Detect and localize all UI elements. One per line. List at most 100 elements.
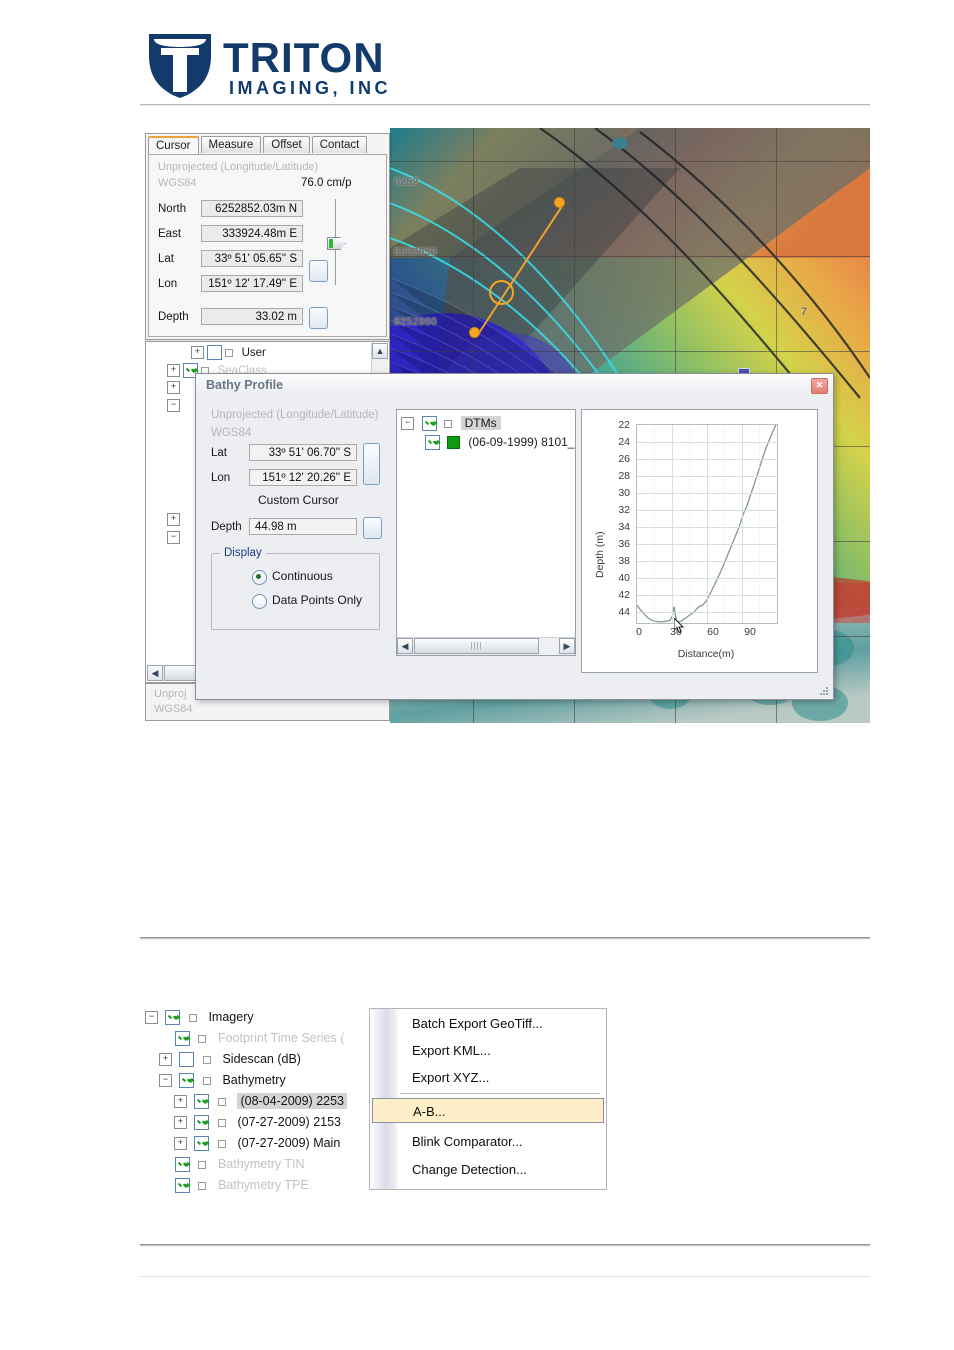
checkbox[interactable] (207, 345, 223, 360)
checkbox[interactable] (165, 1010, 181, 1026)
expand-icon[interactable]: + (167, 381, 180, 394)
bathy-profile-dialog[interactable]: Bathy Profile ✕ Unprojected (Longitude/L… (195, 373, 834, 700)
expand-icon[interactable]: + (167, 513, 180, 526)
dtm-child-row[interactable]: (06-09-1999) 8101_ (401, 435, 575, 454)
scroll-left-icon[interactable]: ◀ (147, 665, 163, 681)
latlon-copy-button[interactable] (309, 260, 328, 282)
menu-item-batch-export-geotiff[interactable]: Batch Export GeoTiff... (400, 1011, 602, 1036)
color-swatch[interactable] (202, 1076, 211, 1085)
depth-copy-button[interactable] (309, 307, 328, 329)
tree-item-bathymetry-tin[interactable]: Bathymetry TIN (143, 1157, 373, 1178)
collapse-icon[interactable]: − (167, 399, 180, 412)
checkbox[interactable] (179, 1052, 195, 1068)
dtm-color-swatch[interactable] (447, 436, 461, 450)
color-swatch[interactable] (444, 419, 453, 428)
checkbox[interactable] (175, 1031, 190, 1047)
scroll-up-icon[interactable]: ▲ (372, 343, 388, 359)
tree-item-label: User (241, 346, 266, 359)
custom-cursor-label: Custom Cursor (258, 493, 339, 507)
color-swatch[interactable] (217, 1118, 226, 1127)
checkbox[interactable] (194, 1094, 210, 1110)
menu-item-blink-comparator[interactable]: Blink Comparator... (400, 1129, 602, 1154)
collapse-icon[interactable]: − (159, 1074, 172, 1088)
map-gridline (390, 256, 870, 257)
tree-item-sidescan[interactable]: + Sidescan (dB) (143, 1052, 373, 1073)
scroll-thumb[interactable]: |||| (414, 638, 539, 654)
profile-endpoint-b[interactable] (469, 327, 480, 338)
color-swatch[interactable] (188, 1013, 197, 1022)
close-icon[interactable]: ✕ (811, 378, 828, 394)
radio-data-points-only[interactable] (252, 594, 267, 609)
tree-item-dtm-2153[interactable]: + (07-27-2009) 2153 (143, 1115, 373, 1136)
tab-cursor[interactable]: Cursor (148, 136, 199, 154)
expand-icon[interactable]: + (174, 1116, 187, 1130)
menu-item-export-xyz[interactable]: Export XYZ... (400, 1065, 602, 1090)
mouse-cursor-icon (674, 618, 685, 634)
profile-cursor-marker[interactable] (489, 280, 514, 305)
bathy-depth-value: 44.98 m (249, 518, 357, 535)
tree-item-dtm-main[interactable]: + (07-27-2009) Main (143, 1136, 373, 1157)
profile-endpoint-a[interactable] (554, 197, 565, 208)
expand-icon[interactable]: + (174, 1137, 187, 1151)
checkbox[interactable] (175, 1157, 190, 1173)
tab-measure[interactable]: Measure (200, 136, 262, 153)
dtm-layer-list[interactable]: − DTMs (06-09-1999) 8101_ ◀ |||| ▶ (396, 409, 576, 656)
layer-context-menu[interactable]: Batch Export GeoTiff... Export KML... Ex… (369, 1008, 607, 1190)
bathy-lat-label: Lat (211, 447, 227, 459)
checkbox[interactable] (194, 1115, 210, 1131)
collapse-icon[interactable]: − (145, 1011, 158, 1025)
menu-item-export-kml[interactable]: Export KML... (400, 1038, 602, 1063)
tree-item-user[interactable]: + User (147, 343, 388, 363)
bathy-lon-label: Lon (211, 472, 231, 484)
color-swatch[interactable] (198, 1160, 207, 1169)
tab-offset[interactable]: Offset (263, 136, 310, 153)
svg-text:IMAGING, INC: IMAGING, INC (229, 78, 391, 98)
color-swatch[interactable] (198, 1034, 207, 1043)
radio-continuous-label: Continuous (272, 569, 333, 583)
bathy-profile-titlebar[interactable]: Bathy Profile (196, 374, 833, 396)
cursor-tool-window[interactable]: Cursor Measure Offset Contact Unprojecte… (145, 133, 390, 340)
checkbox[interactable] (422, 416, 438, 432)
expand-icon[interactable]: + (174, 1095, 187, 1109)
color-swatch[interactable] (217, 1139, 226, 1148)
dtm-root-row[interactable]: − DTMs (401, 414, 575, 435)
cursor-tabstrip[interactable]: Cursor Measure Offset Contact (148, 136, 368, 154)
scale-slider-thumb[interactable] (327, 237, 346, 250)
y-tick: 30 (618, 487, 630, 499)
collapse-icon[interactable]: − (401, 417, 414, 431)
expand-icon[interactable]: + (167, 364, 180, 377)
bathy-latlon-copy-button[interactable] (363, 443, 380, 485)
color-swatch[interactable] (225, 348, 234, 357)
color-swatch[interactable] (198, 1181, 207, 1190)
radio-continuous[interactable] (252, 570, 267, 585)
scroll-left-icon[interactable]: ◀ (397, 638, 413, 654)
tree-item-footprint-time-series[interactable]: Footprint Time Series ( (143, 1031, 373, 1052)
resize-grip-icon[interactable] (820, 687, 829, 696)
y-tick: 22 (618, 419, 630, 431)
checkbox[interactable] (425, 435, 440, 451)
checkbox[interactable] (175, 1178, 190, 1194)
y-tick: 40 (618, 572, 630, 584)
checkbox[interactable] (179, 1073, 195, 1089)
context-menu-figure: − Imagery Footprint Time Series ( + Side… (143, 1008, 607, 1194)
tree-item-imagery[interactable]: − Imagery (143, 1008, 373, 1031)
color-swatch[interactable] (217, 1097, 226, 1106)
tree-item-dtm-2253[interactable]: + (08-04-2009) 2253 (143, 1093, 373, 1115)
lat-value: 33º 51' 05.65'' S (201, 250, 303, 267)
expand-icon[interactable]: + (191, 346, 204, 359)
north-label: North (158, 203, 187, 215)
bathy-depth-copy-button[interactable] (363, 517, 382, 539)
tab-contact[interactable]: Contact (311, 136, 368, 153)
menu-item-change-detection[interactable]: Change Detection... (400, 1157, 602, 1182)
imagery-layer-tree[interactable]: − Imagery Footprint Time Series ( + Side… (143, 1008, 373, 1194)
scroll-right-icon[interactable]: ▶ (559, 638, 575, 654)
menu-item-a-b[interactable]: A-B... (372, 1098, 604, 1123)
color-swatch[interactable] (202, 1055, 211, 1064)
dtm-horizontal-scrollbar[interactable]: ◀ |||| ▶ (397, 637, 575, 655)
tree-item-bathymetry-tpe[interactable]: Bathymetry TPE (143, 1178, 373, 1199)
expand-icon[interactable]: + (159, 1053, 172, 1067)
tree-item-bathymetry[interactable]: − Bathymetry (143, 1073, 373, 1094)
collapse-icon[interactable]: − (167, 531, 180, 544)
east-label: East (158, 228, 182, 240)
checkbox[interactable] (194, 1136, 210, 1152)
